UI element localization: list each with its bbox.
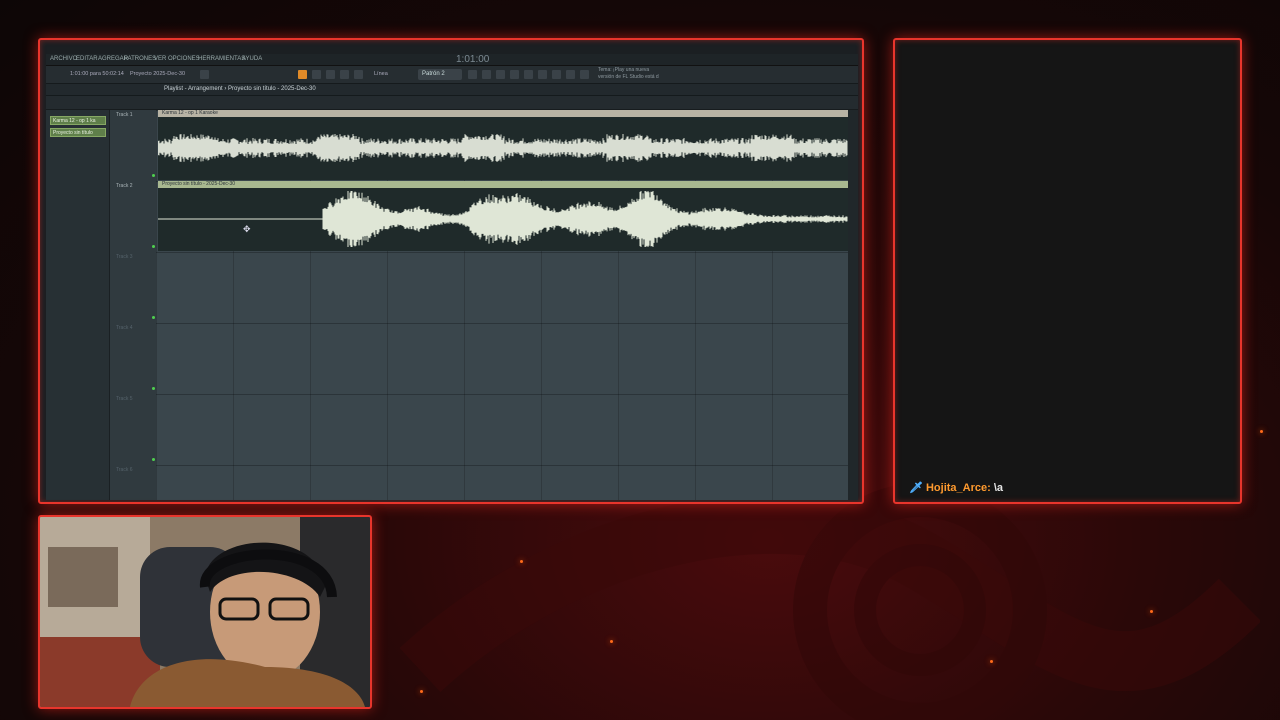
track-mute-dot[interactable]: [152, 387, 155, 390]
track-mute-dot[interactable]: [152, 245, 155, 248]
playlist-icon[interactable]: [510, 70, 519, 79]
clip-label: Proyecto sin título - 2025-Dec-30: [158, 181, 848, 188]
menu-item[interactable]: PATRONES: [124, 56, 156, 62]
settings-icon[interactable]: [580, 70, 589, 79]
audio-clip[interactable]: Proyecto sin título - 2025-Dec-30: [158, 181, 848, 251]
webcam-feed: [40, 517, 370, 707]
move-cursor-icon: ✥: [243, 224, 251, 234]
browser-icon[interactable]: [524, 70, 533, 79]
delete-tool-icon[interactable]: [354, 70, 363, 79]
track-mute-dot[interactable]: [152, 316, 155, 319]
toolbar: 1:01:00 para 50:02:14 Proyecto 2025-Dec-…: [46, 66, 858, 84]
track-label[interactable]: Track 2: [116, 183, 132, 189]
pattern-selector[interactable]: Patrón 2: [418, 69, 462, 80]
audio-clip[interactable]: Karma 12 - op 1 Karaoke: [158, 110, 848, 180]
snap-selector[interactable]: Línea: [374, 71, 388, 77]
track-label[interactable]: Track 5: [116, 396, 132, 402]
pattern-mode-button[interactable]: [298, 70, 307, 79]
sword-icon: 🗡: [909, 482, 923, 494]
ember: [1150, 610, 1153, 613]
pencil-tool-icon[interactable]: [326, 70, 335, 79]
mixer-icon[interactable]: [468, 70, 477, 79]
plugin-icon[interactable]: [538, 70, 547, 79]
waveform-path: [158, 191, 848, 247]
vertical-scrollbar[interactable]: [848, 110, 858, 500]
screen-capture-frame: ARCHIVO EDITAR AGREGAR PATRONES VER OPCI…: [38, 38, 864, 504]
ember: [520, 560, 523, 563]
time-status: 1:01:00 para 50:02:14: [70, 71, 124, 77]
ember: [610, 640, 613, 643]
track-label[interactable]: Track 3: [116, 254, 132, 260]
track-label[interactable]: Track 6: [116, 467, 132, 473]
chat-panel: 🗡 Hojita_Arce: \a: [893, 38, 1242, 504]
playlist-title: Playlist - Arrangement › Proyecto sin tí…: [164, 86, 316, 92]
playlist-titlebar: Playlist - Arrangement › Proyecto sin tí…: [46, 84, 858, 96]
arrow-tool-icon[interactable]: [312, 70, 321, 79]
hint-line-1: Tema: ¡Play una nueva: [598, 67, 650, 73]
record-button[interactable]: [200, 70, 209, 79]
chat-username: Hojita_Arce:: [925, 482, 991, 494]
track-label[interactable]: Track 1: [116, 112, 132, 118]
waveform-path: [158, 134, 848, 162]
menu-bar: ARCHIVO EDITAR AGREGAR PATRONES VER OPCI…: [46, 54, 858, 66]
menu-item[interactable]: EDITAR: [76, 56, 98, 62]
waveform: [158, 191, 848, 247]
picker-clip[interactable]: Karma 12 - op 1 ka: [50, 116, 106, 125]
picker-clip[interactable]: Proyecto sin título: [50, 128, 106, 137]
channel-rack-icon[interactable]: [482, 70, 491, 79]
menu-item[interactable]: HERRAMIENTAS: [198, 56, 245, 62]
cpu-icon[interactable]: [566, 70, 575, 79]
menu-item[interactable]: VER: [154, 56, 166, 62]
fl-studio-window: ARCHIVO EDITAR AGREGAR PATRONES VER OPCI…: [46, 54, 858, 500]
menu-item[interactable]: OPCIONES: [168, 56, 200, 62]
waveform: [158, 134, 848, 162]
ember: [420, 690, 423, 693]
ember: [1260, 430, 1263, 433]
webcam-frame: [38, 515, 372, 709]
link-icon[interactable]: [552, 70, 561, 79]
picker-panel: Karma 12 - op 1 ka Proyecto sin título: [46, 110, 110, 500]
track-mute-dot[interactable]: [152, 174, 155, 177]
track-mute-dot[interactable]: [152, 458, 155, 461]
chat-message: 🗡 Hojita_Arce: \a: [909, 481, 1003, 494]
timeline-ruler[interactable]: [46, 96, 858, 110]
hint-line-2: versión de FL Studio está d: [598, 74, 659, 80]
menu-item[interactable]: ARCHIVO: [50, 56, 77, 62]
clip-label: Karma 12 - op 1 Karaoke: [158, 110, 848, 117]
track-label[interactable]: Track 4: [116, 325, 132, 331]
track-headers: Track 1 Track 2 Track 3 Track 4 Track 5 …: [110, 110, 156, 500]
chat-text: \a: [993, 482, 1004, 494]
menu-item[interactable]: AYUDA: [242, 56, 262, 62]
tempo-display[interactable]: 1:01:00: [456, 54, 489, 65]
ember: [990, 660, 993, 663]
piano-roll-icon[interactable]: [496, 70, 505, 79]
project-status: Proyecto 2025-Dec-30: [130, 71, 186, 77]
brush-tool-icon[interactable]: [340, 70, 349, 79]
